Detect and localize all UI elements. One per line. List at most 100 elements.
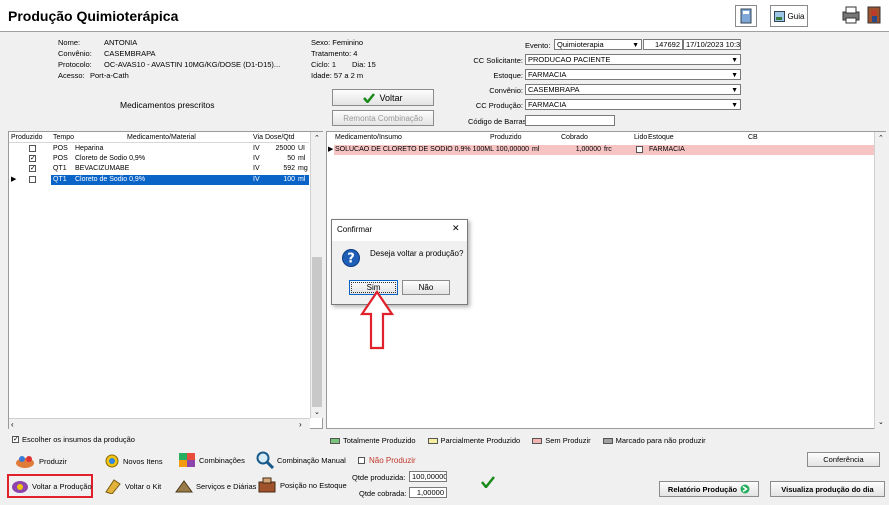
services-icon [175, 480, 193, 493]
legend-label: Marcado para não produzir [615, 436, 706, 445]
row-pointer-icon: ▶ [328, 146, 334, 153]
print-button[interactable] [840, 5, 862, 25]
chevron-down-icon: ▼ [731, 102, 738, 109]
vertical-scrollbar[interactable]: ⌃ ⌄ [874, 132, 886, 429]
header-insumo: Medicamento/Insumo [335, 134, 402, 141]
prescribed-title: Medicamentos prescritos [120, 100, 215, 110]
produzido-checkbox[interactable]: ✓ [29, 165, 36, 172]
scroll-down-icon[interactable]: ⌄ [314, 408, 320, 416]
table-row[interactable]: ✓ POS Cloreto de Sodio 0,9% IV 50 ml [9, 154, 309, 163]
convenio-select[interactable]: CASEMBRAPA ▼ [525, 84, 741, 95]
escolher-label: Escolher os insumos da produção [22, 435, 135, 444]
qtde-cobrada-label: Qtde cobrada: [359, 489, 407, 498]
row-dose: 50 [287, 155, 295, 162]
voltar-kit-button[interactable]: Voltar o Kit [104, 478, 161, 494]
nao-produzir-option[interactable]: Não Produzir [358, 456, 416, 465]
close-icon[interactable]: ✕ [452, 223, 460, 234]
header-dose: Dose/Qtd [265, 134, 295, 141]
evento-number-field: 147692 [643, 39, 683, 50]
page-title: Produção Quimioterápica [8, 8, 179, 24]
scroll-up-icon[interactable]: ⌃ [878, 134, 884, 142]
servicos-label: Serviços e Diárias [196, 481, 257, 491]
dialog-message: Deseja voltar a produção? [370, 249, 464, 258]
title-bar: Produção Quimioterápica Guia [0, 0, 889, 32]
row-medicamento: BEVACIZUMABE [75, 165, 130, 172]
cc-solicitante-select[interactable]: PRODUCAO PACIENTE ▼ [525, 54, 741, 65]
servicos-diarias-button[interactable]: Serviços e Diárias [175, 478, 256, 494]
calculator-button[interactable] [735, 5, 757, 27]
row-medicamento: Cloreto de Sodio 0,9% [75, 155, 146, 162]
header-cb: CB [748, 134, 758, 141]
visualiza-producao-button[interactable]: Visualiza produção do dia [770, 481, 885, 497]
row-unit: ml [298, 176, 306, 183]
convenio-label: Convênio: [58, 49, 92, 58]
nome-value: ANTONIA [104, 38, 138, 47]
estoque-label: Estoque: [493, 71, 523, 80]
header-tempo: Tempo [53, 134, 75, 141]
horizontal-scrollbar[interactable]: ‹ › [9, 418, 310, 429]
row-medicamento: Heparina [75, 145, 104, 152]
protocolo-label: Protocolo: [58, 60, 92, 69]
qtde-produzida-label: Qtde produzida: [352, 473, 406, 482]
row-estoque: FARMACIA [649, 146, 685, 153]
table-row-selected[interactable]: ▶ QT1 Cloreto de Sodio 0,9% IV 100 ml [9, 175, 309, 185]
produzido-checkbox[interactable]: ✓ [29, 155, 36, 162]
nao-produzir-checkbox[interactable] [358, 457, 365, 464]
produzido-checkbox[interactable] [29, 176, 36, 183]
lido-checkbox[interactable] [636, 146, 643, 153]
qtde-cobrada-input[interactable]: 1,00000 [409, 487, 447, 498]
remonta-combinacao-button[interactable]: Remonta Combinação [332, 110, 434, 126]
legend-swatch [532, 438, 543, 445]
nome-label: Nome: [58, 38, 81, 47]
table-row[interactable]: ▶ SOLUCAO DE CLORETO DE SODIO 0,9% 100ML… [327, 145, 875, 155]
header-lido: Lido [634, 134, 648, 141]
nao-button[interactable]: Não [402, 280, 450, 295]
scroll-left-icon[interactable]: ‹ [11, 420, 14, 429]
voltar-producao-button[interactable]: Voltar a Produção [11, 478, 92, 494]
guia-button[interactable]: Guia [770, 5, 808, 27]
evento-select[interactable]: Quimioterapia ▼ [554, 39, 642, 50]
row-unit: mg [298, 165, 308, 172]
dialog-body: ? Deseja voltar a produção? Sim Não [332, 241, 467, 304]
scroll-thumb[interactable] [312, 257, 322, 407]
row-cobrado: 1,00000 [575, 146, 601, 153]
return-production-icon [12, 481, 28, 493]
acesso-label: Acesso: [58, 71, 85, 80]
header-medicamento: Medicamento/Material [127, 134, 196, 141]
question-icon: ? [342, 249, 360, 267]
confirm-qty-button[interactable] [481, 476, 495, 490]
escolher-checkbox[interactable]: ✓ [12, 436, 19, 443]
relatorio-producao-button[interactable]: Relatório Produção [659, 481, 759, 497]
novos-itens-button[interactable]: Novos Itens [104, 454, 163, 468]
row-tempo: POS [53, 145, 68, 152]
cc-producao-select[interactable]: FARMACIA ▼ [525, 99, 741, 110]
exit-button[interactable] [864, 5, 886, 25]
scroll-down-icon[interactable]: ⌄ [878, 418, 884, 426]
cc-solicitante-label: CC Solicitante: [473, 56, 523, 65]
estoque-value: FARMACIA [528, 70, 567, 79]
posicao-estoque-button[interactable]: Posição no Estoque [257, 477, 347, 493]
escolher-option[interactable]: ✓ Escolher os insumos da produção [12, 435, 135, 444]
combinacoes-label: Combinações [199, 455, 245, 465]
header-via: Via [253, 134, 263, 141]
guide-icon [773, 10, 785, 22]
qtde-produzida-input[interactable]: 100,00000 [409, 471, 447, 482]
chevron-down-icon: ▼ [632, 42, 639, 49]
table-row[interactable]: ✓ QT1 BEVACIZUMABE IV 592 mg [9, 164, 309, 173]
magnifier-icon [256, 451, 274, 469]
conferencia-button[interactable]: Conferência [807, 452, 880, 467]
table-row[interactable]: POS Heparina IV 25000 UI [9, 144, 309, 153]
scroll-right-icon[interactable]: › [299, 420, 302, 429]
estoque-select[interactable]: FARMACIA ▼ [525, 69, 741, 80]
scroll-up-icon[interactable]: ⌃ [314, 134, 320, 142]
posicao-estoque-label: Posição no Estoque [280, 480, 347, 490]
row-produzido-unit: ml [532, 146, 540, 153]
codigo-barras-input[interactable] [525, 115, 615, 126]
combinacao-manual-button[interactable]: Combinação Manual [256, 451, 346, 469]
produzido-checkbox[interactable] [29, 145, 36, 152]
convenio-value: CASEMBRAPA [104, 49, 156, 58]
voltar-button[interactable]: Voltar [332, 89, 434, 106]
combinacoes-button[interactable]: Combinações [178, 452, 245, 468]
vertical-scrollbar[interactable]: ⌃ ⌄ [310, 132, 323, 418]
produzir-button[interactable]: Produzir [14, 453, 67, 469]
